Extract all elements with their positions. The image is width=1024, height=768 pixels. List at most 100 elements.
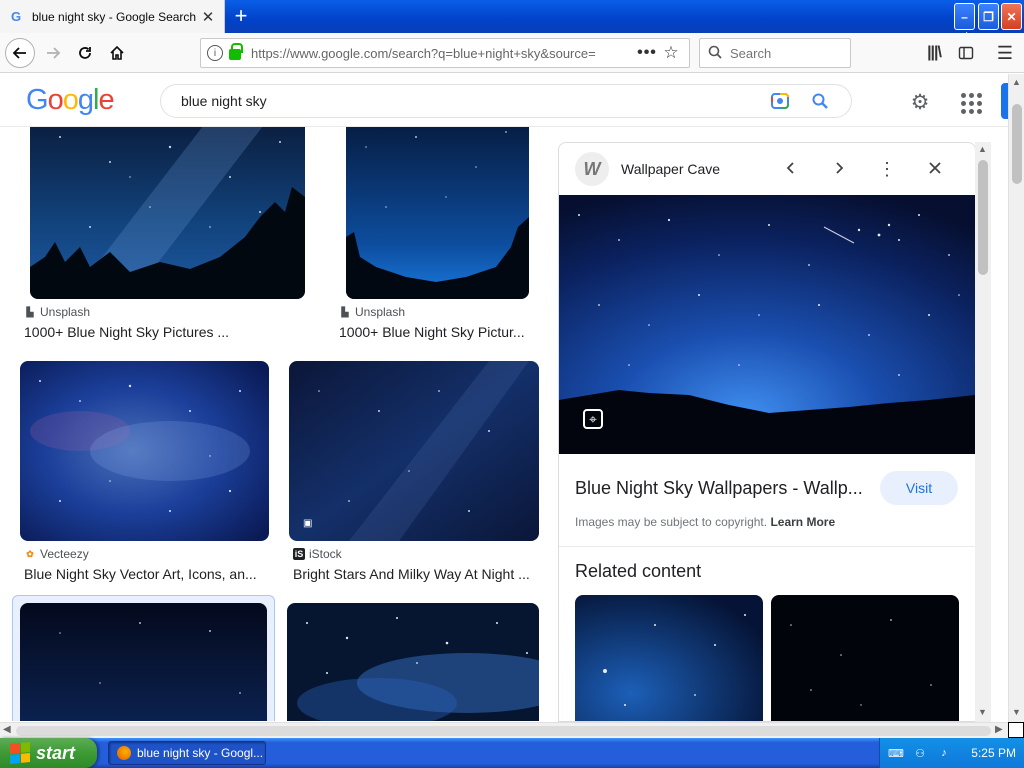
forward-arrow-icon: [47, 47, 61, 59]
scroll-left-icon[interactable]: ◀: [3, 724, 11, 735]
clock[interactable]: 5:25 PM: [971, 746, 1016, 760]
maximize-button[interactable]: ❐: [978, 3, 999, 30]
related-thumbnail[interactable]: [575, 595, 763, 721]
settings-gear-icon[interactable]: ⚙: [908, 90, 932, 114]
image-results-grid: ▙ Unsplash 1000+ Blue Night Sky Pictures …: [0, 127, 555, 721]
google-search-icon[interactable]: [809, 90, 831, 112]
result-thumbnail[interactable]: ▣: [289, 361, 539, 541]
learn-more-link[interactable]: Learn More: [770, 515, 835, 529]
minimize-button[interactable]: –: [954, 3, 975, 30]
panel-site-name[interactable]: Wallpaper Cave: [621, 161, 767, 177]
result-thumbnail[interactable]: [20, 361, 269, 541]
google-lens-icon[interactable]: [769, 90, 791, 112]
browser-search-box[interactable]: [699, 38, 851, 68]
google-search-bar[interactable]: [160, 84, 852, 118]
navigation-toolbar: i https://www.google.com/search?q=blue+n…: [0, 33, 1024, 73]
result-title[interactable]: Bright Stars And Milky Way At Night ...: [293, 566, 536, 582]
scrollbar-corner: [1008, 722, 1024, 738]
istock-icon: iS: [293, 548, 305, 560]
previous-chevron-icon[interactable]: [767, 159, 815, 180]
library-icon[interactable]: |||\: [922, 41, 946, 65]
result-thumbnail[interactable]: [30, 127, 305, 299]
secure-lock-icon[interactable]: [229, 43, 243, 60]
result-source[interactable]: ✿ Vecteezy: [24, 547, 88, 561]
address-bar[interactable]: i https://www.google.com/search?q=blue+n…: [200, 38, 690, 68]
start-button[interactable]: start: [0, 738, 97, 768]
tab-close-icon[interactable]: ✕: [200, 9, 216, 26]
panel-vertical-scrollbar[interactable]: ▲ ▼: [975, 142, 991, 722]
hamburger-menu-icon[interactable]: ☰: [993, 41, 1017, 65]
scroll-right-icon[interactable]: ▶: [995, 724, 1003, 735]
horizontal-scroll-thumb[interactable]: [16, 726, 991, 736]
unsplash-icon: ▙: [26, 306, 34, 317]
scroll-up-icon[interactable]: ▲: [978, 144, 987, 154]
system-tray: ⌨ ⚇ ♪ 5:25 PM: [879, 738, 1024, 768]
windows-flag-icon: [10, 741, 30, 765]
google-apps-icon[interactable]: [958, 90, 982, 114]
result-title[interactable]: 1000+ Blue Night Sky Pictur...: [339, 324, 534, 340]
scroll-up-icon[interactable]: ▲: [1012, 77, 1021, 87]
more-options-icon[interactable]: ⋮: [863, 159, 911, 180]
reload-icon: [79, 47, 91, 59]
taskbar-item-label: blue night sky - Googl...: [137, 746, 264, 760]
start-label: start: [36, 742, 76, 763]
image-badge-icon: ▣: [303, 518, 313, 529]
related-content-heading: Related content: [575, 561, 702, 581]
google-header: Google ⚙: [0, 74, 1008, 127]
page-actions-icon[interactable]: •••: [635, 44, 659, 62]
firefox-icon: [117, 746, 131, 760]
sidebar-icon[interactable]: [954, 41, 978, 65]
panel-divider: [559, 546, 975, 547]
site-info-icon[interactable]: i: [207, 45, 223, 61]
home-button[interactable]: [102, 38, 132, 68]
result-source[interactable]: iS iStock: [293, 547, 342, 561]
tab-google-search[interactable]: G blue night sky - Google Search ✕: [0, 0, 225, 33]
scroll-down-icon[interactable]: ▼: [978, 707, 987, 717]
result-thumbnail[interactable]: [20, 603, 267, 721]
google-search-input[interactable]: [181, 93, 769, 109]
windows-taskbar: start blue night sky - Googl... ⌨ ⚇ ♪ 5:…: [0, 738, 1024, 768]
search-icon: [708, 45, 722, 62]
tab-title: blue night sky - Google Search: [32, 9, 197, 24]
result-title[interactable]: 1000+ Blue Night Sky Pictures ...: [24, 324, 249, 340]
related-thumbnail[interactable]: [771, 595, 959, 721]
result-title[interactable]: Blue Night Sky Vector Art, Icons, an...: [24, 566, 264, 582]
unsplash-icon: ▙: [341, 306, 349, 317]
panel-header: W Wallpaper Cave ⋮: [559, 143, 975, 195]
home-icon: [110, 45, 124, 60]
panel-image-title[interactable]: Blue Night Sky Wallpapers - Wallp...: [575, 478, 865, 499]
panel-scroll-thumb[interactable]: [978, 160, 988, 275]
lens-search-icon[interactable]: ⌖: [583, 409, 603, 429]
page-scroll-thumb[interactable]: [1012, 104, 1022, 184]
taskbar-item-firefox[interactable]: blue night sky - Googl...: [108, 741, 266, 765]
volume-icon[interactable]: ♪: [936, 745, 952, 761]
forward-button[interactable]: [38, 38, 68, 68]
url-text[interactable]: https://www.google.com/search?q=blue+nig…: [251, 46, 635, 61]
result-source[interactable]: ▙ Unsplash: [24, 305, 91, 319]
result-source[interactable]: ▙ Unsplash: [339, 305, 406, 319]
back-arrow-icon: [12, 47, 26, 59]
new-tab-button[interactable]: +: [229, 3, 253, 28]
keyboard-icon[interactable]: ⌨: [888, 745, 904, 761]
close-window-button[interactable]: ✕: [1001, 3, 1022, 30]
page-horizontal-scrollbar[interactable]: ◀ ▶: [0, 722, 1008, 738]
browser-title-bar: G blue night sky - Google Search ✕ + – ❐…: [0, 0, 1024, 33]
browser-search-input[interactable]: [730, 45, 840, 61]
wallpaper-cave-logo[interactable]: W: [575, 152, 609, 186]
image-preview-panel: W Wallpaper Cave ⋮ ⌖ Blue Night Sky Wall…: [558, 142, 976, 722]
reload-button[interactable]: [70, 38, 100, 68]
google-logo[interactable]: Google: [26, 84, 115, 117]
result-thumbnail[interactable]: [346, 127, 529, 299]
close-panel-icon[interactable]: [911, 159, 959, 180]
result-thumbnail[interactable]: [287, 603, 539, 721]
preview-image[interactable]: [559, 195, 975, 454]
network-icon[interactable]: ⚇: [912, 745, 928, 761]
back-button[interactable]: [5, 38, 35, 68]
visit-button[interactable]: Visit: [880, 471, 958, 505]
sign-in-button[interactable]: [1001, 83, 1008, 119]
next-chevron-icon[interactable]: [815, 159, 863, 180]
scroll-down-icon[interactable]: ▼: [1012, 707, 1021, 717]
bookmark-star-icon[interactable]: ☆: [659, 43, 683, 63]
vecteezy-icon: ✿: [26, 548, 34, 559]
page-vertical-scrollbar[interactable]: ▲ ▼: [1008, 74, 1024, 722]
